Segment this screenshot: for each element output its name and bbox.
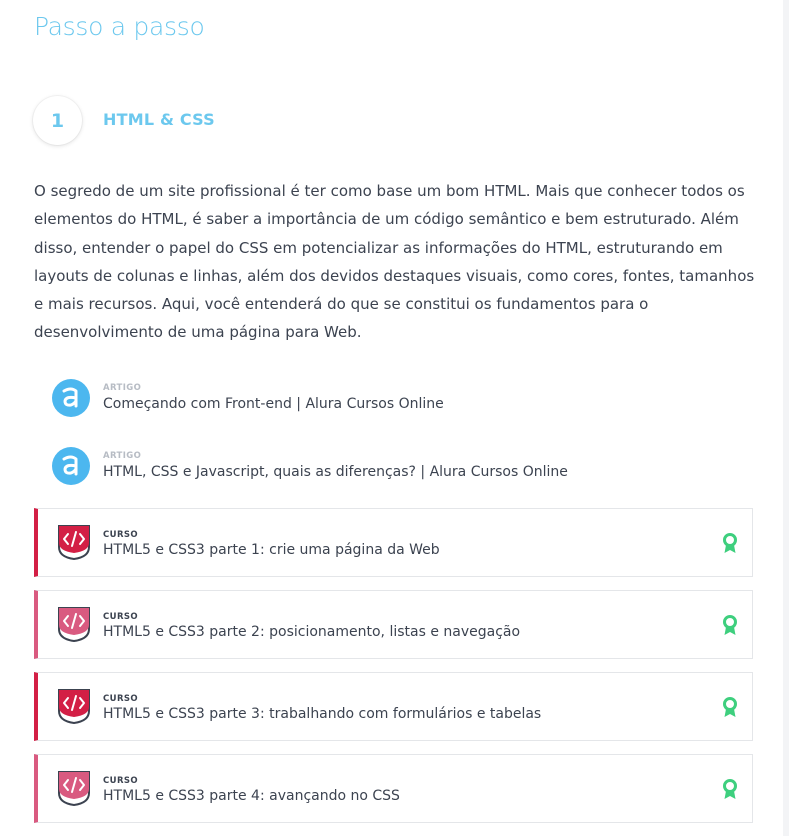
article-title-link[interactable]: Começando com Front-end | Alura Cursos O…: [103, 396, 444, 412]
course-title-link[interactable]: HTML5 e CSS3 parte 2: posicionamento, li…: [103, 624, 520, 640]
award-icon: [723, 779, 737, 799]
alura-logo-icon: [52, 447, 90, 485]
course-card[interactable]: CURSO HTML5 e CSS3 parte 2: posicionamen…: [34, 590, 753, 659]
course-title-link[interactable]: HTML5 e CSS3 parte 3: trabalhando com fo…: [103, 706, 541, 722]
award-icon: [723, 615, 737, 635]
learning-path-page: Passo a passo 1 HTML & CSS O segredo de …: [0, 0, 789, 836]
step-description: O segredo de um site profissional é ter …: [34, 182, 755, 342]
page-title: Passo a passo: [34, 12, 205, 41]
course-title-link[interactable]: HTML5 e CSS3 parte 4: avançando no CSS: [103, 788, 400, 804]
code-badge-icon: [58, 771, 90, 807]
course-kind-label: CURSO: [103, 694, 139, 704]
article-item[interactable]: ARTIGO Começando com Front-end | Alura C…: [52, 379, 552, 419]
alura-logo-icon: [52, 379, 90, 417]
course-card[interactable]: CURSO HTML5 e CSS3 parte 4: avançando no…: [34, 754, 753, 823]
article-title-link[interactable]: HTML, CSS e Javascript, quais as diferen…: [103, 464, 568, 480]
article-item[interactable]: ARTIGO HTML, CSS e Javascript, quais as …: [52, 447, 572, 487]
step-number-circle: 1: [33, 96, 82, 145]
course-kind-label: CURSO: [103, 530, 139, 540]
article-kind-label: ARTIGO: [103, 451, 142, 461]
course-kind-label: CURSO: [103, 612, 139, 622]
award-icon: [723, 533, 737, 553]
step-number: 1: [50, 109, 65, 132]
course-card[interactable]: CURSO HTML5 e CSS3 parte 1: crie uma pág…: [34, 508, 753, 577]
course-title-link[interactable]: HTML5 e CSS3 parte 1: crie uma página da…: [103, 542, 440, 558]
article-kind-label: ARTIGO: [103, 383, 142, 393]
course-kind-label: CURSO: [103, 776, 139, 786]
award-icon: [723, 697, 737, 717]
course-card[interactable]: CURSO HTML5 e CSS3 parte 3: trabalhando …: [34, 672, 753, 741]
code-badge-icon: [58, 607, 90, 643]
code-badge-icon: [58, 525, 90, 561]
code-badge-icon: [58, 689, 90, 725]
step-title: HTML & CSS: [103, 110, 215, 129]
